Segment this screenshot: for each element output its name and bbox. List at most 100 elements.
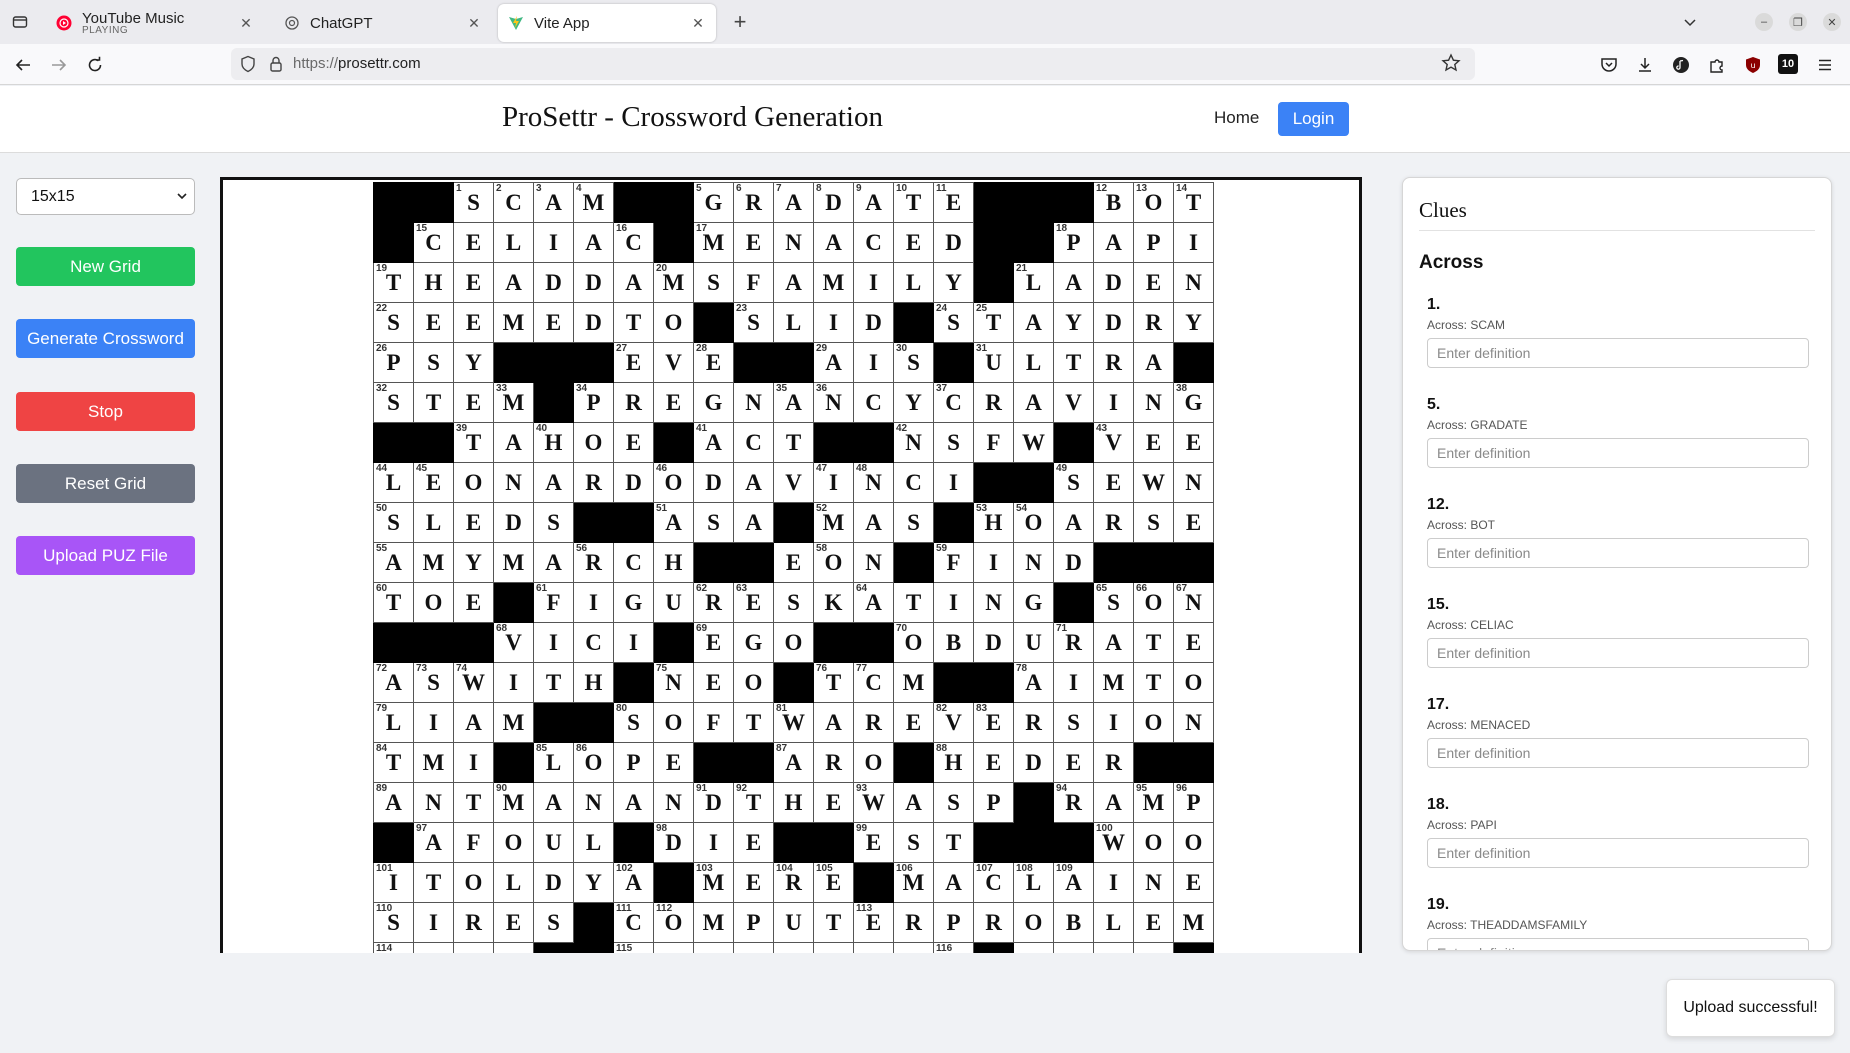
black-cell[interactable] [413,422,454,463]
grid-cell[interactable]: 83 E [973,702,1014,743]
address-bar[interactable]: https://prosettr.com [231,48,1475,80]
close-tab-icon[interactable]: ✕ [238,15,254,31]
tab-list-icon[interactable] [8,10,32,34]
grid-cell[interactable]: P [933,902,974,943]
grid-cell[interactable]: M [1173,902,1214,943]
grid-cell[interactable]: V [773,462,814,503]
grid-cell[interactable]: 111 C [613,902,654,943]
lock-icon[interactable] [267,55,285,73]
grid-cell[interactable]: O [413,582,454,623]
grid-cell[interactable]: 51 A [653,502,694,543]
grid-cell[interactable]: A [813,222,854,263]
grid-cell[interactable]: 64 A [853,582,894,623]
grid-cell[interactable]: A [733,502,774,543]
grid-cell[interactable]: O [733,662,774,703]
grid-cell[interactable]: E [653,382,694,423]
grid-cell[interactable]: 73 S [413,662,454,703]
grid-cell[interactable]: H [413,262,454,303]
grid-cell[interactable]: I [533,222,574,263]
black-cell[interactable] [373,182,414,223]
grid-cell[interactable]: I [853,262,894,303]
grid-cell[interactable]: I [1093,862,1134,903]
black-cell[interactable] [973,262,1014,303]
grid-cell[interactable]: E [453,382,494,423]
grid-cell[interactable]: O [1133,702,1174,743]
grid-cell[interactable] [1013,942,1054,953]
black-cell[interactable] [1093,542,1134,583]
black-cell[interactable] [373,422,414,463]
black-cell[interactable] [973,182,1014,223]
grid-cell[interactable]: E [1173,622,1214,663]
grid-cell[interactable]: 47 I [813,462,854,503]
black-cell[interactable] [653,182,694,223]
grid-cell[interactable]: 100 W [1093,822,1134,863]
grid-cell[interactable]: M [493,702,534,743]
grid-cell[interactable]: 116 [933,942,974,953]
black-cell[interactable] [1013,182,1054,223]
grid-cell[interactable]: 66 O [1133,582,1174,623]
grid-cell[interactable]: O [653,302,694,343]
grid-cell[interactable]: 96 P [1173,782,1214,823]
grid-cell[interactable]: A [1053,262,1094,303]
black-cell[interactable] [493,342,534,383]
close-tab-icon[interactable]: ✕ [466,15,482,31]
black-cell[interactable] [493,742,534,783]
grid-cell[interactable]: 108 L [1013,862,1054,903]
clue-definition-input[interactable] [1427,338,1809,368]
grid-cell[interactable]: 41 A [693,422,734,463]
grid-cell[interactable]: C [613,542,654,583]
grid-cell[interactable]: T [773,422,814,463]
grid-cell[interactable]: D [1093,262,1134,303]
tracking-shield-icon[interactable] [239,55,257,73]
grid-cell[interactable]: A [493,262,534,303]
grid-cell[interactable]: 42 N [893,422,934,463]
grid-cell[interactable]: R [1133,302,1174,343]
grid-cell[interactable]: A [573,222,614,263]
black-cell[interactable] [653,222,694,263]
grid-cell[interactable]: N [1173,262,1214,303]
black-cell[interactable] [693,542,734,583]
black-cell[interactable] [733,542,774,583]
grid-cell[interactable]: T [733,702,774,743]
grid-cell[interactable]: D [533,262,574,303]
grid-cell[interactable]: S [533,902,574,943]
new-grid-button[interactable]: New Grid [16,247,195,286]
grid-cell[interactable]: M [413,542,454,583]
generate-crossword-button[interactable]: Generate Crossword [16,319,195,358]
grid-cell[interactable]: T [533,662,574,703]
grid-cell[interactable] [413,942,454,953]
black-cell[interactable] [573,502,614,543]
grid-cell[interactable]: P [1133,222,1174,263]
black-cell[interactable] [893,542,934,583]
black-cell[interactable] [453,622,494,663]
grid-cell[interactable]: 13 O [1133,182,1174,223]
grid-cell[interactable]: R [613,382,654,423]
grid-cell[interactable] [493,942,534,953]
grid-cell[interactable]: E [733,822,774,863]
grid-cell[interactable]: D [493,502,534,543]
grid-cell[interactable]: 75 N [653,662,694,703]
grid-cell[interactable]: A [533,782,574,823]
grid-cell[interactable]: A [1013,302,1054,343]
black-cell[interactable] [853,862,894,903]
list-all-tabs-icon[interactable] [1678,10,1702,34]
grid-cell[interactable]: Y [573,862,614,903]
grid-cell[interactable]: A [1133,342,1174,383]
grid-cell[interactable]: O [453,862,494,903]
grid-cell[interactable]: E [893,222,934,263]
grid-cell[interactable]: 20 M [653,262,694,303]
grid-cell[interactable]: G [733,622,774,663]
black-cell[interactable] [893,302,934,343]
black-cell[interactable] [1133,742,1174,783]
black-cell[interactable] [933,662,974,703]
grid-cell[interactable]: 112 O [653,902,694,943]
black-cell[interactable] [973,222,1014,263]
black-cell[interactable] [533,702,574,743]
grid-cell[interactable]: M [893,662,934,703]
grid-cell[interactable]: 107 C [973,862,1014,903]
grid-cell[interactable]: D [573,302,614,343]
grid-cell[interactable]: G [1013,582,1054,623]
grid-cell[interactable]: G [693,382,734,423]
black-cell[interactable] [933,502,974,543]
grid-cell[interactable]: 24 S [933,302,974,343]
